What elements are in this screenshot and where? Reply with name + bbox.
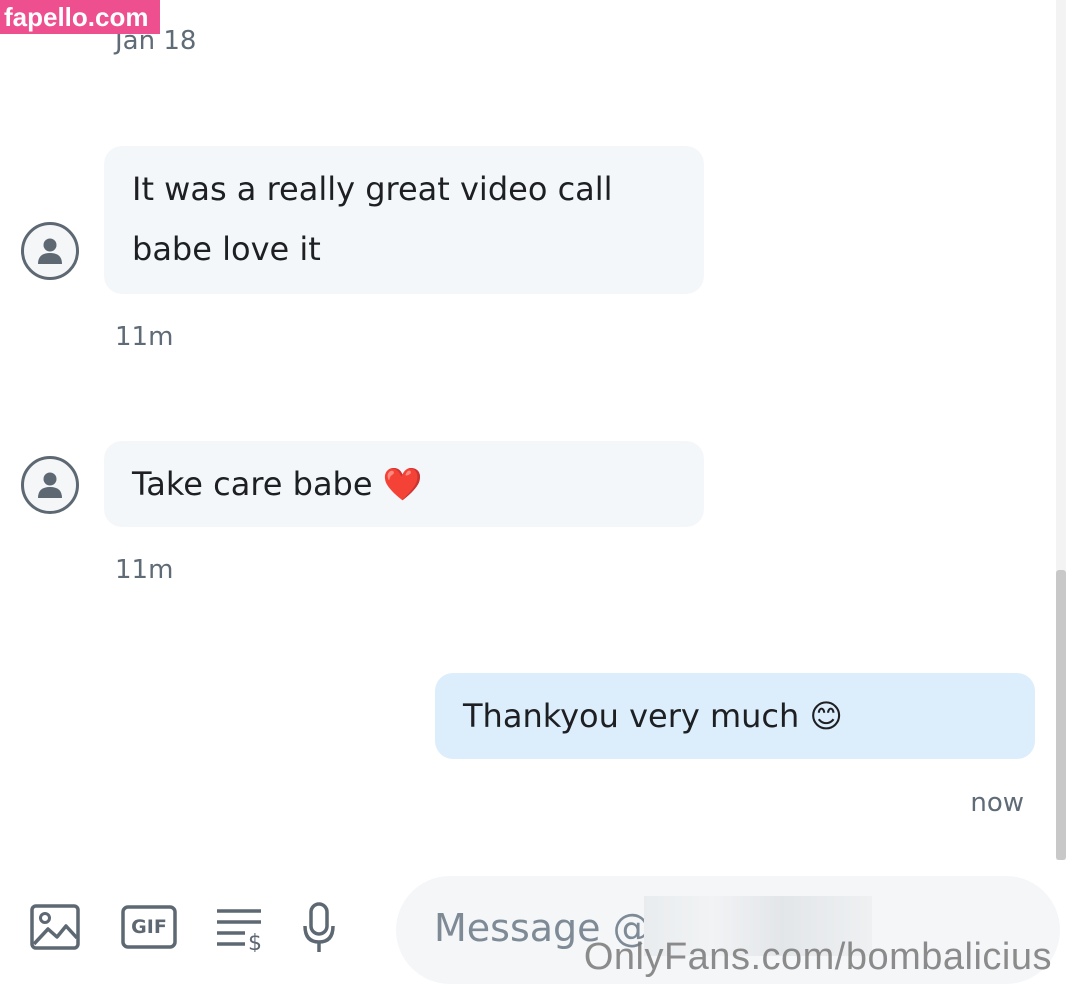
message-bubble-incoming[interactable]: It was a really great video call babe lo… xyxy=(104,146,704,294)
gif-label: GIF xyxy=(131,916,167,938)
voice-message-button[interactable] xyxy=(302,902,336,958)
user-icon xyxy=(38,238,62,264)
scrollbar-thumb[interactable] xyxy=(1056,570,1066,860)
user-icon xyxy=(38,472,62,498)
site-watermark: fapello.com xyxy=(0,0,160,34)
message-text-line: babe love it xyxy=(132,230,321,268)
svg-text:$: $ xyxy=(248,931,262,952)
message-timestamp: now xyxy=(970,788,1024,818)
heart-emoji-icon: ❤️ xyxy=(382,465,423,503)
source-watermark: OnlyFans.com/bombalicius xyxy=(583,936,1052,978)
image-upload-button[interactable] xyxy=(30,904,80,954)
microphone-icon xyxy=(303,902,335,952)
message-bubble-incoming[interactable]: Take care babe ❤️ xyxy=(104,441,704,527)
gif-button[interactable]: GIF xyxy=(121,905,177,953)
price-list-icon: $ xyxy=(217,909,262,956)
message-text: Thankyou very much xyxy=(463,697,800,735)
message-bubble-outgoing[interactable]: Thankyou very much 😊 xyxy=(435,673,1035,759)
avatar[interactable] xyxy=(21,222,79,280)
avatar[interactable] xyxy=(21,456,79,514)
smile-emoji-icon: 😊 xyxy=(809,697,843,735)
price-list-button[interactable]: $ xyxy=(215,906,265,956)
message-timestamp: 11m xyxy=(115,555,174,585)
message-text: Take care babe xyxy=(132,465,373,503)
message-text-line: It was a really great video call xyxy=(132,170,613,208)
image-icon xyxy=(30,904,80,950)
message-timestamp: 11m xyxy=(115,322,174,352)
